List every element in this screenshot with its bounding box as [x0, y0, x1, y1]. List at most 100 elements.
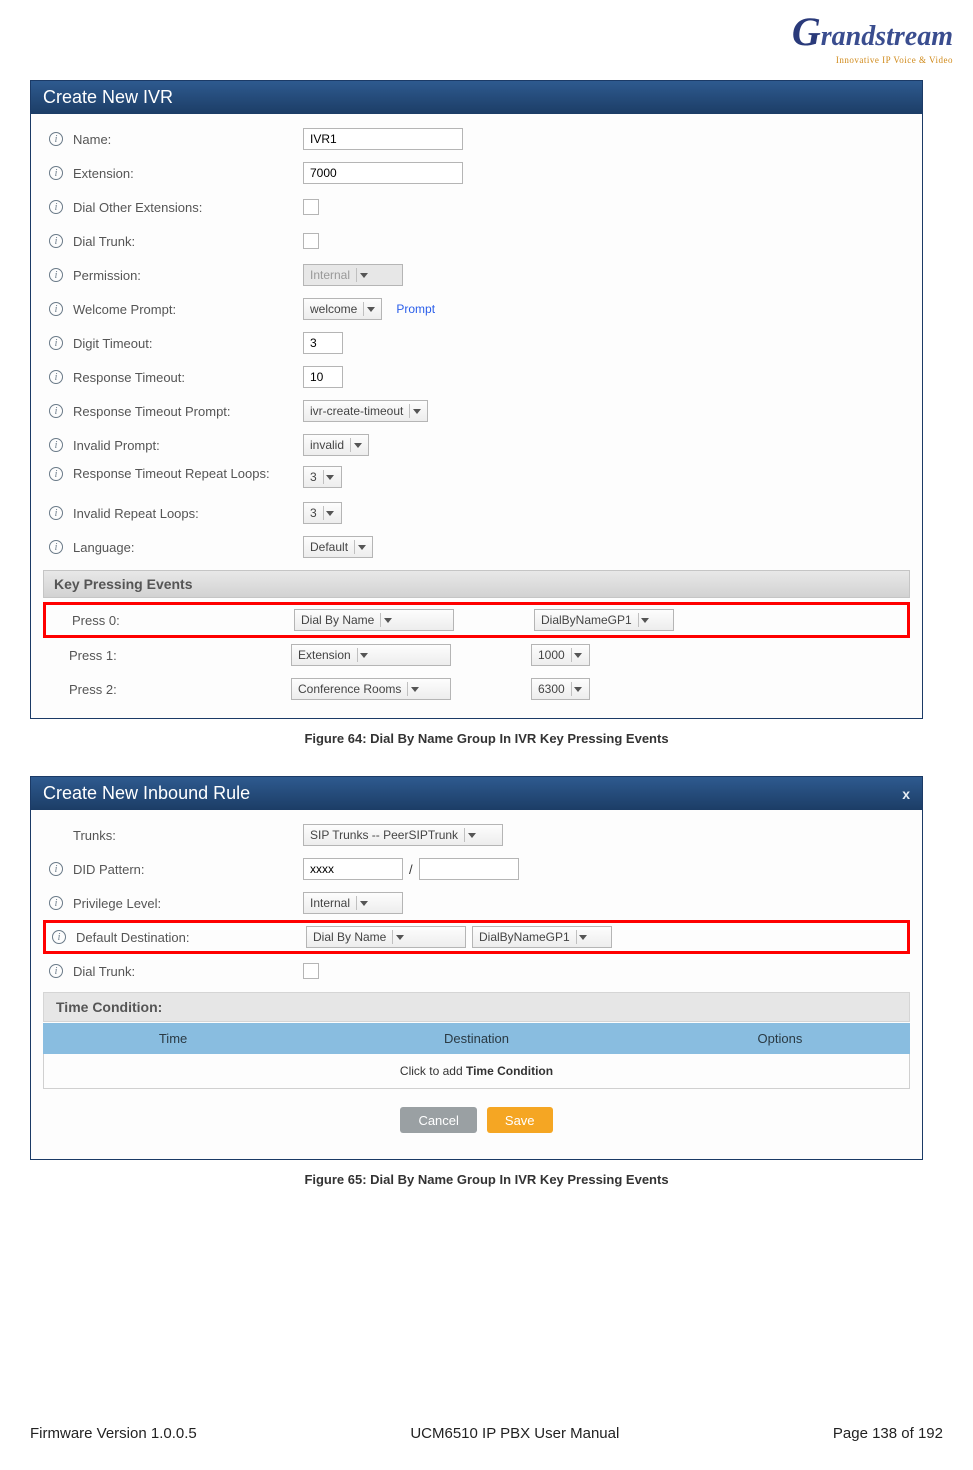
- row-dial-trunk: iDial Trunk:: [43, 224, 910, 258]
- row-invalid-loops: iInvalid Repeat Loops: 3: [43, 496, 910, 530]
- panel-title: Create New IVR: [31, 81, 922, 114]
- create-inbound-rule-panel: Create New Inbound Rule x Trunks: SIP Tr…: [30, 776, 923, 1160]
- info-icon[interactable]: i: [49, 234, 63, 248]
- info-icon[interactable]: i: [49, 200, 63, 214]
- close-icon[interactable]: x: [902, 786, 910, 802]
- info-icon[interactable]: i: [49, 268, 63, 282]
- press0-action-select[interactable]: Dial By Name: [294, 609, 454, 631]
- info-icon[interactable]: i: [49, 896, 63, 910]
- row-response-loops: iResponse Timeout Repeat Loops: 3: [43, 462, 910, 496]
- language-select[interactable]: Default: [303, 536, 373, 558]
- default-dest-target-select[interactable]: DialByNameGP1: [472, 926, 612, 948]
- info-icon[interactable]: i: [49, 302, 63, 316]
- row-response-timeout: iResponse Timeout:: [43, 360, 910, 394]
- info-icon[interactable]: i: [52, 930, 66, 944]
- chevron-down-icon: [354, 540, 368, 554]
- info-icon[interactable]: i: [49, 336, 63, 350]
- info-icon[interactable]: i: [49, 964, 63, 978]
- page-footer: Firmware Version 1.0.0.5 UCM6510 IP PBX …: [30, 1425, 943, 1442]
- chevron-down-icon: [357, 648, 371, 662]
- chevron-down-icon: [350, 438, 364, 452]
- response-loops-select[interactable]: 3: [303, 466, 342, 488]
- slash-label: /: [409, 862, 413, 877]
- did-input-left[interactable]: [303, 858, 403, 880]
- row-did-pattern: iDID Pattern: /: [43, 852, 910, 886]
- response-timeout-input[interactable]: [303, 366, 343, 388]
- row-language: iLanguage: Default: [43, 530, 910, 564]
- privilege-select[interactable]: Internal: [303, 892, 403, 914]
- dial-other-checkbox[interactable]: [303, 199, 319, 215]
- chevron-down-icon: [407, 682, 421, 696]
- dial-trunk-checkbox[interactable]: [303, 233, 319, 249]
- row-extension: iExtension:: [43, 156, 910, 190]
- info-icon[interactable]: i: [49, 132, 63, 146]
- row-permission: iPermission: Internal: [43, 258, 910, 292]
- footer-left: Firmware Version 1.0.0.5: [30, 1425, 197, 1442]
- welcome-select[interactable]: welcome: [303, 298, 382, 320]
- row-welcome-prompt: iWelcome Prompt: welcome Prompt: [43, 292, 910, 326]
- response-prompt-select[interactable]: ivr-create-timeout: [303, 400, 428, 422]
- footer-right: Page 138 of 192: [833, 1425, 943, 1442]
- footer-center: UCM6510 IP PBX User Manual: [410, 1425, 619, 1442]
- chevron-down-icon: [571, 648, 585, 662]
- chevron-down-icon: [576, 930, 590, 944]
- create-ivr-panel: Create New IVR iName: iExtension: iDial …: [30, 80, 923, 719]
- figure-caption-65: Figure 65: Dial By Name Group In IVR Key…: [30, 1172, 943, 1187]
- chevron-down-icon: [638, 613, 652, 627]
- invalid-loops-select[interactable]: 3: [303, 502, 342, 524]
- time-condition-section: Time Condition:: [43, 992, 910, 1022]
- info-icon[interactable]: i: [49, 166, 63, 180]
- chevron-down-icon: [571, 682, 585, 696]
- row-dial-trunk-2: iDial Trunk:: [43, 954, 910, 988]
- row-digit-timeout: iDigit Timeout:: [43, 326, 910, 360]
- brand-logo: Grandstream Innovative IP Voice & Video: [792, 8, 953, 65]
- row-trunks: Trunks: SIP Trunks -- PeerSIPTrunk: [43, 818, 910, 852]
- press1-action-select[interactable]: Extension: [291, 644, 451, 666]
- panel-title: Create New Inbound Rule x: [31, 777, 922, 810]
- info-icon[interactable]: i: [49, 467, 63, 481]
- key-row-1: Press 1: Extension 1000: [43, 638, 910, 672]
- chevron-down-icon: [380, 613, 394, 627]
- chevron-down-icon: [356, 268, 370, 282]
- trunks-select[interactable]: SIP Trunks -- PeerSIPTrunk: [303, 824, 503, 846]
- chevron-down-icon: [464, 828, 478, 842]
- figure-caption-64: Figure 64: Dial By Name Group In IVR Key…: [30, 731, 943, 746]
- add-time-condition-row[interactable]: Click to add Time Condition: [43, 1054, 910, 1089]
- key-row-2: Press 2: Conference Rooms 6300: [43, 672, 910, 706]
- chevron-down-icon: [356, 896, 370, 910]
- row-dial-other: iDial Other Extensions:: [43, 190, 910, 224]
- default-dest-action-select[interactable]: Dial By Name: [306, 926, 466, 948]
- info-icon[interactable]: i: [49, 862, 63, 876]
- row-privilege-level: iPrivilege Level: Internal: [43, 886, 910, 920]
- extension-input[interactable]: [303, 162, 463, 184]
- cancel-button[interactable]: Cancel: [400, 1107, 476, 1133]
- info-icon[interactable]: i: [49, 540, 63, 554]
- name-input[interactable]: [303, 128, 463, 150]
- time-condition-header: Time Destination Options: [43, 1023, 910, 1054]
- chevron-down-icon: [323, 506, 337, 520]
- chevron-down-icon: [323, 470, 337, 484]
- info-icon[interactable]: i: [49, 506, 63, 520]
- row-response-prompt: iResponse Timeout Prompt: ivr-create-tim…: [43, 394, 910, 428]
- chevron-down-icon: [409, 404, 423, 418]
- key-row-0: Press 0: Dial By Name DialByNameGP1: [43, 602, 910, 638]
- press0-target-select[interactable]: DialByNameGP1: [534, 609, 674, 631]
- did-input-right[interactable]: [419, 858, 519, 880]
- key-events-section: Key Pressing Events: [43, 570, 910, 598]
- press2-action-select[interactable]: Conference Rooms: [291, 678, 451, 700]
- dial-trunk-checkbox-2[interactable]: [303, 963, 319, 979]
- save-button[interactable]: Save: [487, 1107, 553, 1133]
- invalid-prompt-select[interactable]: invalid: [303, 434, 369, 456]
- row-default-destination: iDefault Destination: Dial By Name DialB…: [43, 920, 910, 954]
- permission-select: Internal: [303, 264, 403, 286]
- row-invalid-prompt: iInvalid Prompt: invalid: [43, 428, 910, 462]
- row-name: iName:: [43, 122, 910, 156]
- info-icon[interactable]: i: [49, 438, 63, 452]
- press1-target-select[interactable]: 1000: [531, 644, 590, 666]
- prompt-link[interactable]: Prompt: [396, 302, 435, 316]
- digit-timeout-input[interactable]: [303, 332, 343, 354]
- info-icon[interactable]: i: [49, 404, 63, 418]
- press2-target-select[interactable]: 6300: [531, 678, 590, 700]
- info-icon[interactable]: i: [49, 370, 63, 384]
- chevron-down-icon: [392, 930, 406, 944]
